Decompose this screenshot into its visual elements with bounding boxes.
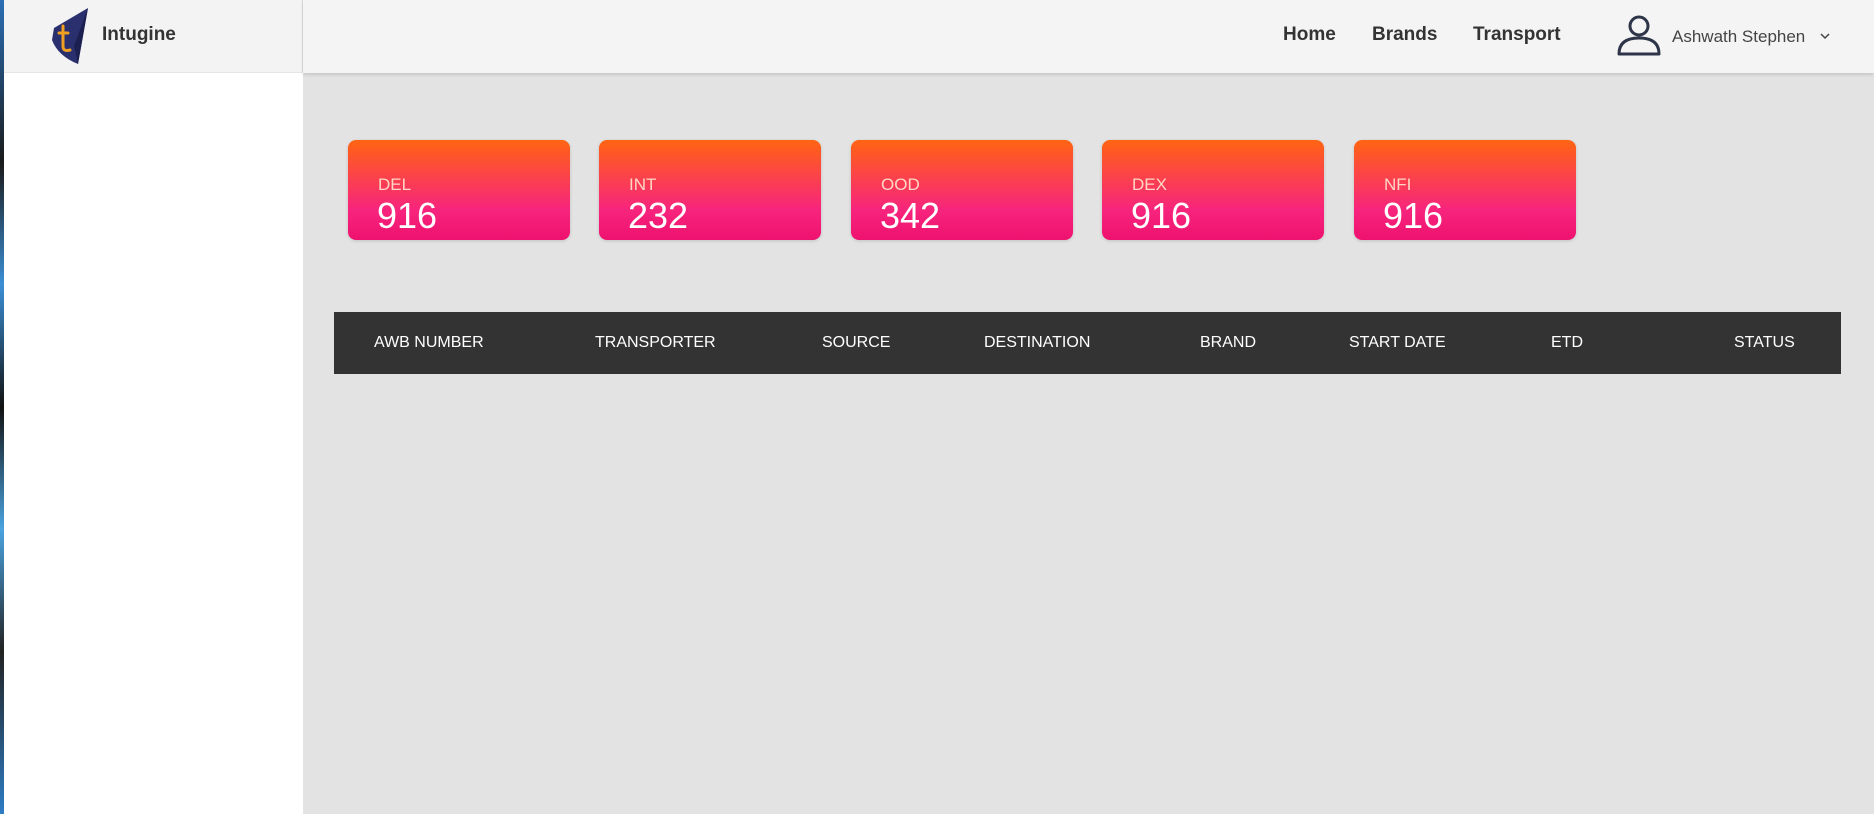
stat-value: 916	[1131, 195, 1192, 236]
stat-label: OOD	[881, 175, 920, 194]
column-header-status[interactable]: STATUS	[1734, 334, 1795, 352]
column-header-source[interactable]: SOURCE	[822, 334, 890, 352]
column-header-awb-number[interactable]: AWB NUMBER	[374, 334, 484, 352]
column-header-etd[interactable]: ETD	[1551, 334, 1583, 352]
stat-card-del[interactable]: DEL 916	[348, 140, 570, 240]
intugine-logo-icon[interactable]	[48, 6, 92, 66]
user-name-dropdown[interactable]: Ashwath Stephen	[1672, 27, 1805, 47]
nav-home-link[interactable]: Home	[1283, 24, 1336, 46]
shipments-table-header: AWB NUMBER TRANSPORTER SOURCE DESTINATIO…	[334, 312, 1841, 374]
top-navbar: Home Brands Transport Ashwath Stephen	[303, 0, 1874, 73]
chevron-down-icon[interactable]	[1820, 32, 1830, 40]
stat-value: 232	[628, 195, 689, 236]
column-header-start-date[interactable]: START DATE	[1349, 334, 1446, 352]
brand-bar: Intugine	[4, 0, 303, 73]
user-avatar-icon[interactable]	[1615, 10, 1663, 58]
stat-value: 342	[880, 195, 941, 236]
column-header-destination[interactable]: DESTINATION	[984, 334, 1090, 352]
stat-value: 916	[1383, 195, 1444, 236]
nav-brands-link[interactable]: Brands	[1372, 24, 1437, 46]
column-header-transporter[interactable]: TRANSPORTER	[595, 334, 716, 352]
stat-card-dex[interactable]: DEX 916	[1102, 140, 1324, 240]
stat-value: 916	[377, 195, 438, 236]
stat-card-ood[interactable]: OOD 342	[851, 140, 1073, 240]
stat-card-int[interactable]: INT 232	[599, 140, 821, 240]
nav-transport-link[interactable]: Transport	[1473, 24, 1561, 46]
column-header-brand[interactable]: BRAND	[1200, 334, 1256, 352]
stat-label: NFI	[1384, 175, 1412, 194]
sidebar	[4, 0, 303, 814]
stat-label: DEL	[378, 175, 412, 194]
stat-label: DEX	[1132, 175, 1167, 194]
brand-name: Intugine	[102, 24, 176, 45]
stat-label: INT	[629, 175, 657, 194]
stat-card-nfi[interactable]: NFI 916	[1354, 140, 1576, 240]
